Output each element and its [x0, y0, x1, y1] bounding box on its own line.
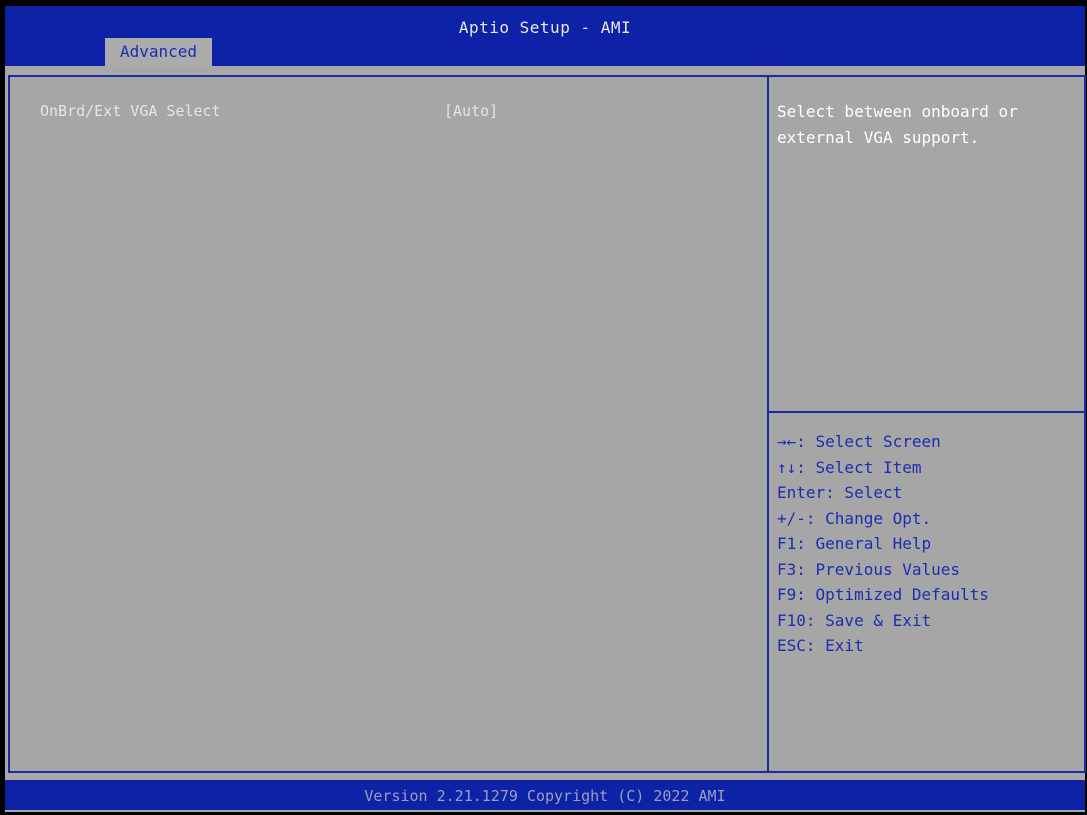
- key-legend-item: F3: Previous Values: [777, 559, 961, 579]
- help-panel: Select between onboard or external VGA s…: [767, 75, 1086, 773]
- footer-bar: Version 2.21.1279 Copyright (C) 2022 AMI: [5, 780, 1085, 810]
- version-text: Version 2.21.1279 Copyright (C) 2022 AMI: [364, 787, 726, 805]
- key-legend-item: ↑↓: Select Item: [777, 457, 922, 477]
- header-bar: Aptio Setup - AMI Advanced: [5, 6, 1085, 66]
- key-legend-item: +/-: Change Opt.: [777, 508, 932, 528]
- setting-row-vga-select[interactable]: OnBrd/Ext VGA Select [Auto]: [40, 102, 740, 124]
- help-divider: [769, 411, 1084, 413]
- setting-label: OnBrd/Ext VGA Select: [40, 102, 221, 120]
- setting-value[interactable]: [Auto]: [444, 102, 498, 120]
- key-legend-item: Enter: Select: [777, 483, 903, 502]
- key-legend-item: ESC: Exit: [777, 636, 864, 655]
- key-legend-item: F10: Save & Exit: [777, 610, 932, 630]
- bios-screen: Aptio Setup - AMI Advanced OnBrd/Ext VGA…: [5, 6, 1086, 812]
- key-legend-item: →←: Select Screen: [777, 432, 941, 451]
- app-title: Aptio Setup - AMI: [458, 18, 632, 37]
- tab-advanced[interactable]: Advanced: [105, 38, 212, 66]
- key-legend-item: F9: Optimized Defaults: [777, 585, 989, 604]
- key-legend: →←: Select Screen ↑↓: Select Item Enter:…: [777, 429, 1077, 659]
- settings-panel: OnBrd/Ext VGA Select [Auto]: [8, 75, 769, 773]
- key-legend-item: F1: General Help: [777, 534, 932, 553]
- help-description: Select between onboard or external VGA s…: [777, 102, 1018, 147]
